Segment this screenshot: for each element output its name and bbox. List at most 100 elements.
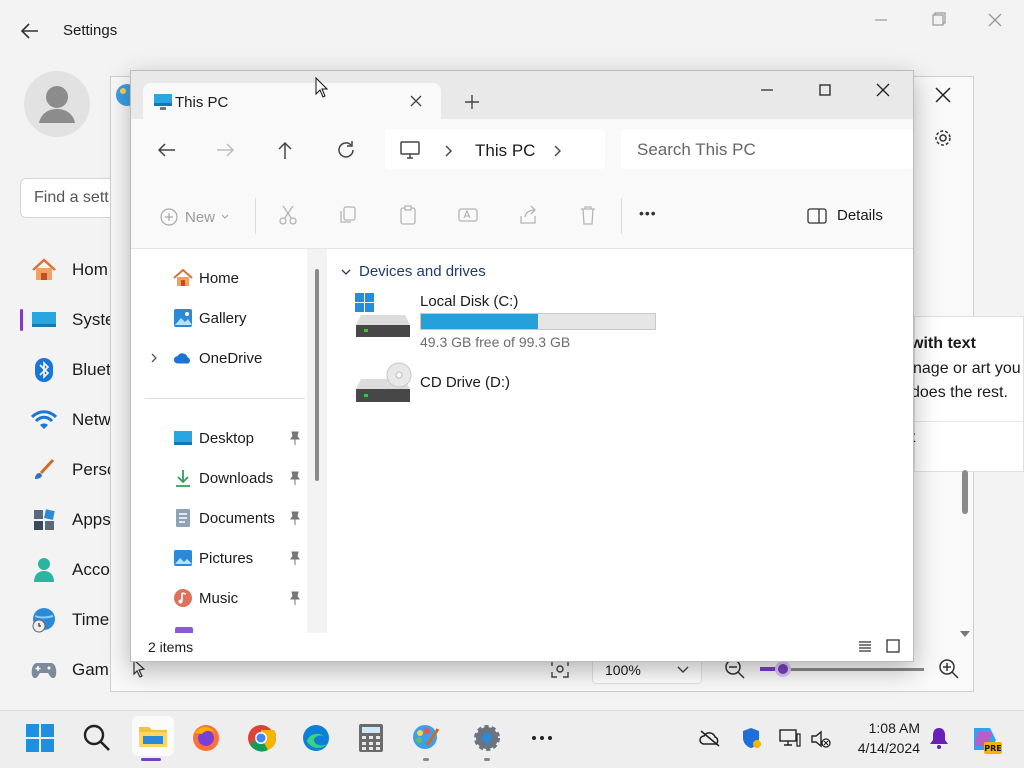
group-header-devices[interactable]: Devices and drives	[341, 263, 486, 280]
onedrive-offline-icon[interactable]	[698, 728, 722, 748]
new-button[interactable]: New	[159, 207, 229, 227]
taskbar-settings[interactable]	[469, 720, 505, 756]
paint-close-icon[interactable]	[932, 84, 954, 106]
scroll-down-icon[interactable]	[958, 629, 972, 639]
network-icon[interactable]	[778, 726, 802, 750]
new-tab-icon[interactable]	[463, 93, 481, 111]
settings-gear-icon	[474, 725, 500, 751]
user-icon	[39, 86, 75, 123]
monitor-icon	[154, 94, 172, 110]
delete-icon[interactable]	[577, 204, 599, 226]
chevron-right-icon[interactable]	[149, 352, 159, 364]
gear-icon[interactable]	[932, 127, 954, 149]
chevron-down-icon	[221, 214, 229, 219]
clock-date: 4/14/2024	[857, 740, 920, 756]
start-button[interactable]	[22, 720, 58, 756]
onedrive-icon	[173, 348, 193, 368]
nav-item-documents[interactable]: Documents	[173, 506, 275, 530]
restore-icon[interactable]	[917, 10, 957, 30]
breadcrumb[interactable]: This PC	[475, 141, 535, 161]
refresh-icon[interactable]	[335, 139, 357, 161]
notification-bell-icon[interactable]	[928, 726, 950, 750]
nav-item-music[interactable]: Music	[173, 586, 238, 610]
nav-item-pictures[interactable]: Pictures	[173, 546, 253, 570]
chevron-right-icon[interactable]	[553, 144, 563, 158]
taskbar-file-explorer[interactable]	[132, 716, 174, 756]
maximize-icon[interactable]	[815, 81, 835, 99]
paint-scrollbar[interactable]	[962, 470, 968, 514]
security-shield-icon[interactable]	[739, 726, 763, 750]
divider	[621, 198, 622, 234]
settings-nav-label: Bluet	[72, 360, 111, 379]
close-icon[interactable]	[873, 81, 893, 99]
cut-icon[interactable]	[277, 204, 299, 226]
file-explorer-icon	[139, 727, 167, 747]
brush-icon	[30, 456, 58, 484]
copilot-pre-icon[interactable]: PRE	[968, 722, 1002, 756]
file-explorer-window: This PC This PC Search This PC New ••• D…	[130, 70, 914, 662]
taskbar-firefox[interactable]	[188, 720, 224, 756]
chevron-right-icon[interactable]	[444, 144, 454, 158]
list-view-icon[interactable]	[857, 639, 873, 655]
drive-item-d[interactable]	[353, 361, 423, 411]
pin-icon[interactable]	[289, 471, 301, 485]
rename-icon[interactable]	[457, 204, 479, 226]
divider	[255, 198, 256, 234]
pin-icon[interactable]	[289, 431, 301, 445]
drive-item-c[interactable]	[353, 291, 423, 341]
taskbar-overflow-button[interactable]	[524, 720, 560, 756]
home-icon	[30, 256, 58, 284]
monitor-icon	[400, 141, 420, 159]
nav-item-onedrive[interactable]: OneDrive	[173, 346, 262, 370]
active-indicator	[141, 758, 161, 761]
home-icon	[173, 268, 193, 288]
zoom-in-icon[interactable]	[938, 658, 960, 680]
minimize-icon[interactable]	[860, 10, 900, 30]
details-label: Details	[837, 207, 883, 224]
zoom-value: 100%	[605, 662, 641, 678]
nav-scrollbar[interactable]	[315, 269, 319, 481]
nav-item-desktop[interactable]: Desktop	[173, 426, 254, 450]
paint-feature-popup: with text nage or art you does the rest.…	[911, 316, 1024, 472]
settings-nav-label: Netw	[72, 410, 111, 429]
taskbar-chrome[interactable]	[243, 720, 279, 756]
svg-text:PRE: PRE	[984, 744, 1002, 753]
close-icon[interactable]	[975, 10, 1015, 30]
nav-label: Gallery	[199, 309, 247, 327]
more-options-button[interactable]: •••	[639, 205, 657, 221]
pin-icon[interactable]	[289, 551, 301, 565]
forward-arrow-icon[interactable]	[215, 141, 237, 159]
mouse-cursor-icon	[315, 77, 328, 98]
settings-nav-label: Gam	[72, 660, 109, 679]
details-button[interactable]: Details	[807, 207, 883, 224]
nav-item-downloads[interactable]: Downloads	[173, 466, 273, 490]
system-clock[interactable]: 1:08 AM 4/14/2024	[836, 718, 920, 758]
copy-icon[interactable]	[337, 204, 359, 226]
cd-drive-icon	[356, 362, 412, 402]
share-icon[interactable]	[517, 204, 539, 226]
up-arrow-icon[interactable]	[275, 139, 295, 161]
back-arrow-icon[interactable]	[18, 20, 42, 42]
paint-icon	[413, 725, 440, 749]
pin-icon[interactable]	[289, 591, 301, 605]
chrome-icon	[248, 725, 276, 752]
minimize-icon[interactable]	[757, 81, 777, 99]
taskbar-edge[interactable]	[298, 720, 334, 756]
nav-item-gallery[interactable]: Gallery	[173, 306, 247, 330]
settings-title: Settings	[63, 22, 118, 39]
paste-icon[interactable]	[397, 204, 419, 226]
gamepad-icon	[30, 656, 58, 684]
volume-muted-icon[interactable]	[810, 728, 832, 750]
taskbar-calculator[interactable]	[353, 720, 389, 756]
search-button[interactable]	[79, 720, 115, 756]
wifi-icon	[30, 406, 58, 434]
taskbar-paint[interactable]	[408, 720, 444, 756]
drive-usage-bar	[420, 313, 656, 330]
nav-item-home[interactable]: Home	[173, 266, 239, 290]
tab-close-icon[interactable]	[409, 94, 423, 108]
zoom-slider-thumb[interactable]	[775, 661, 791, 677]
search-input[interactable]: Search This PC	[621, 129, 913, 169]
pin-icon[interactable]	[289, 511, 301, 525]
tiles-view-icon[interactable]	[885, 638, 901, 654]
back-arrow-icon[interactable]	[155, 141, 177, 159]
